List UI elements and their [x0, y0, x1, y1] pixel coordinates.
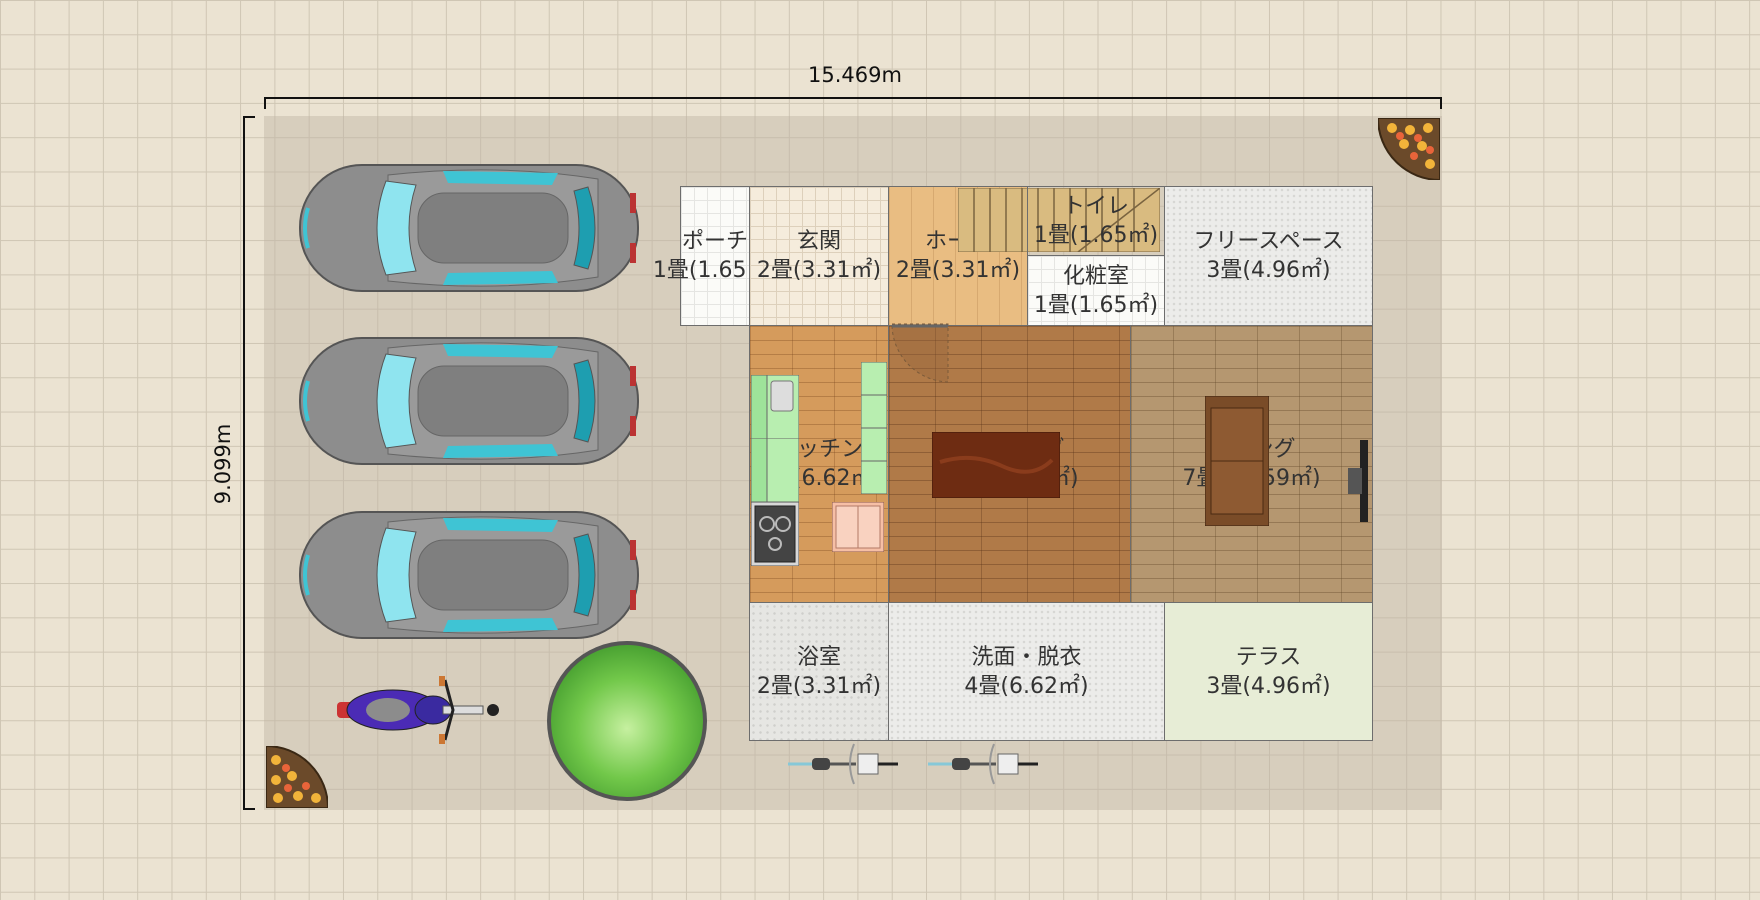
- counter-icon: [751, 438, 799, 502]
- car-icon[interactable]: [298, 153, 642, 303]
- bicycle-icon[interactable]: [924, 740, 1040, 788]
- toilet-area: 1畳(1.65㎡): [1033, 223, 1159, 248]
- sofa-icon: [1205, 396, 1269, 526]
- stove-icon: [751, 502, 799, 566]
- free-area: 3畳(4.96㎡): [1206, 258, 1331, 283]
- cupboard-icon: [861, 362, 887, 494]
- car-icon[interactable]: [298, 326, 642, 476]
- room-toilet[interactable]: トイレ 1畳(1.65㎡): [1027, 186, 1165, 256]
- bicycle-icon[interactable]: [784, 740, 900, 788]
- powder-area: 1畳(1.65㎡): [1033, 292, 1159, 318]
- room-terrace[interactable]: テラス 3畳(4.96㎡): [1164, 602, 1373, 741]
- width-dimension-label: 15.469m: [808, 63, 902, 87]
- room-free-space[interactable]: フリースペース 3畳(4.96㎡): [1164, 186, 1373, 326]
- motorcycle-icon[interactable]: [333, 672, 503, 748]
- sink-icon: [751, 375, 799, 439]
- flower-bed-icon: [266, 746, 328, 808]
- refrigerator-icon: [832, 502, 884, 552]
- height-dimension-line: [243, 116, 245, 810]
- genkan-name: 玄関: [796, 229, 841, 254]
- room-powder[interactable]: 化粧室 1畳(1.65㎡): [1027, 255, 1165, 326]
- width-dimension-line: [264, 97, 1442, 99]
- powder-name: 化粧室: [1062, 263, 1129, 289]
- hall-area: 2畳(3.31㎡): [895, 258, 1021, 283]
- wash-name: 洗面・脱衣: [971, 644, 1082, 670]
- door-swing-icon: [891, 323, 949, 383]
- room-washroom[interactable]: 洗面・脱衣 4畳(6.62㎡): [888, 602, 1165, 741]
- flower-bed-icon: [1378, 118, 1440, 180]
- dining-table-icon: [932, 432, 1060, 498]
- toilet-name: トイレ: [1062, 194, 1129, 219]
- room-genkan[interactable]: 玄関 2畳(3.31㎡): [749, 186, 889, 326]
- terrace-area: 3畳(4.96㎡): [1206, 673, 1331, 699]
- bath-area: 2畳(3.31㎡): [756, 673, 882, 699]
- room-porch[interactable]: ポーチ 1畳(1.65㎡): [653, 186, 777, 326]
- height-dimension-label: 9.099m: [211, 423, 235, 505]
- wash-area: 4畳(6.62㎡): [964, 673, 1089, 699]
- genkan-area: 2畳(3.31㎡): [756, 258, 882, 283]
- terrace-name: テラス: [1235, 644, 1302, 670]
- free-name: フリースペース: [1193, 229, 1344, 254]
- car-icon[interactable]: [298, 500, 642, 650]
- room-bath[interactable]: 浴室 2畳(3.31㎡): [749, 602, 889, 741]
- bath-name: 浴室: [796, 644, 841, 670]
- tree-icon: [547, 641, 707, 801]
- tv-icon: [1348, 440, 1368, 522]
